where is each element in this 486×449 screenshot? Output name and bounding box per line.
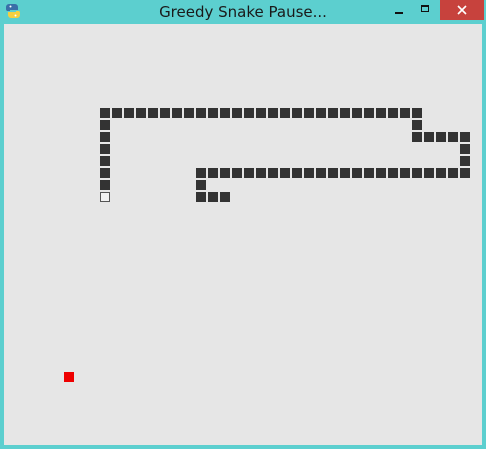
snake-segment [112,108,122,118]
snake-segment [424,132,434,142]
snake-segment [256,108,266,118]
snake-segment [460,132,470,142]
snake-segment [436,168,446,178]
snake-segment [196,108,206,118]
maximize-icon [421,4,429,12]
game-board[interactable] [4,24,482,445]
snake-segment [148,108,158,118]
snake-segment [448,168,458,178]
snake-segment [124,108,134,118]
snake-segment [412,108,422,118]
snake-segment [244,108,254,118]
snake-segment [316,108,326,118]
snake-segment [304,168,314,178]
snake-segment [292,168,302,178]
snake-segment [400,108,410,118]
snake-segment [316,168,326,178]
close-button[interactable] [440,0,484,20]
snake-segment [376,108,386,118]
snake-segment [376,168,386,178]
snake-segment [232,108,242,118]
snake-segment [328,168,338,178]
snake-segment [460,156,470,166]
snake-segment [100,108,110,118]
snake-segment [388,168,398,178]
snake-segment [136,108,146,118]
snake-segment [184,108,194,118]
snake-segment [412,132,422,142]
snake-segment [196,180,206,190]
snake-segment [328,108,338,118]
maximize-button[interactable] [414,0,436,20]
snake-segment [424,168,434,178]
snake-segment [100,144,110,154]
snake-segment [280,168,290,178]
snake-segment [220,108,230,118]
snake-segment [232,168,242,178]
snake-segment [268,168,278,178]
snake-segment [208,108,218,118]
snake-segment [412,168,422,178]
snake-segment [100,168,110,178]
snake-segment [352,168,362,178]
snake-segment [172,108,182,118]
title-bar[interactable]: Greedy Snake Pause... [0,0,486,24]
close-icon [457,5,467,15]
snake-segment [364,108,374,118]
snake-segment [244,168,254,178]
snake-segment [196,192,206,202]
snake-segment [340,108,350,118]
snake-segment [412,120,422,130]
snake-segment [388,108,398,118]
snake-segment [100,120,110,130]
snake-segment [436,132,446,142]
snake-segment [196,168,206,178]
snake-segment [208,192,218,202]
snake-segment [292,108,302,118]
snake-segment [400,168,410,178]
snake-segment [448,132,458,142]
snake-segment [256,168,266,178]
snake-segment [364,168,374,178]
snake-segment [100,156,110,166]
food-pellet [64,372,74,382]
snake-segment [304,108,314,118]
snake-head [100,192,110,202]
snake-segment [208,168,218,178]
snake-segment [220,192,230,202]
minimize-button[interactable] [388,0,410,20]
snake-segment [460,168,470,178]
snake-segment [100,180,110,190]
snake-segment [220,168,230,178]
snake-segment [352,108,362,118]
snake-segment [160,108,170,118]
snake-segment [340,168,350,178]
game-board-svg [4,24,482,445]
minimize-icon [395,12,403,14]
game-window: Greedy Snake Pause... [0,0,486,449]
snake-segment [460,144,470,154]
snake-segment [100,132,110,142]
snake-segment [268,108,278,118]
snake-segment [280,108,290,118]
